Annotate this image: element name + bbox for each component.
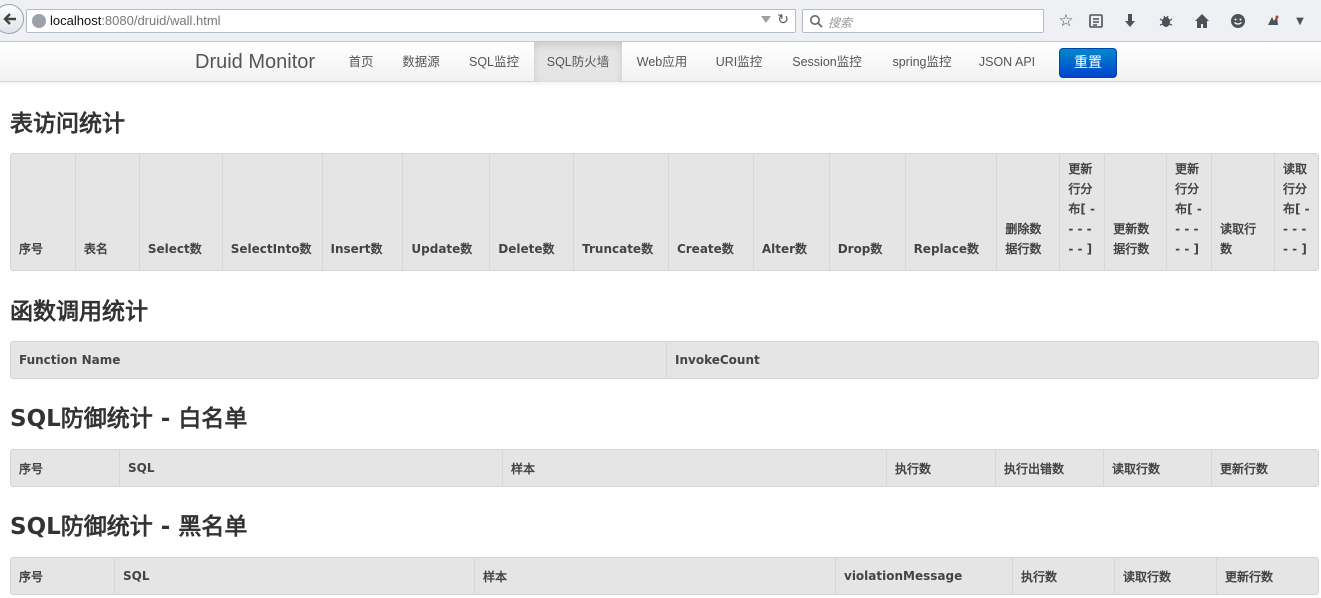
search-icon: [810, 15, 823, 28]
column-header: Delete数: [489, 154, 573, 270]
navbar: Druid Monitor 首页 数据源 SQL监控 SQL防火墙 Web应用 …: [0, 42, 1321, 82]
function-stats-title: 函数调用统计: [10, 299, 148, 325]
chevron-down-icon[interactable]: [761, 16, 771, 23]
whitelist-title: SQL防御统计 - 白名单: [10, 406, 248, 432]
blacklist-header: 序号 SQL 样本 violationMessage 执行数 读取行数 更新行数: [10, 557, 1319, 595]
column-header: SQL: [114, 558, 474, 594]
nav-item-session-monitor[interactable]: Session监控: [784, 42, 870, 82]
column-header: violationMessage: [835, 558, 1012, 594]
menu-chevron-icon[interactable]: ▼: [1289, 10, 1311, 32]
table-stats-title: 表访问统计: [10, 111, 125, 137]
column-header: 更新行数: [1211, 450, 1318, 486]
column-header: 更新行分布[ - - - - - - ]: [1166, 154, 1211, 270]
browser-toolbar: localhost:8080/druid/wall.html ↻ 搜索 ☆ ▼: [0, 0, 1321, 42]
column-header: 样本: [502, 450, 886, 486]
back-button[interactable]: [0, 4, 24, 34]
reload-icon[interactable]: ↻: [777, 12, 789, 28]
reading-list-icon[interactable]: [1085, 10, 1107, 32]
nav-item-uri-monitor[interactable]: URI监控: [708, 42, 770, 82]
column-header: 更新数据行数: [1104, 154, 1166, 270]
column-header: Create数: [667, 154, 753, 270]
back-arrow-icon: [3, 13, 16, 25]
nav-item-datasource[interactable]: 数据源: [394, 42, 448, 82]
column-header: 删除数据行数: [996, 154, 1059, 270]
column-header: Drop数: [828, 154, 905, 270]
column-header: Alter数: [752, 154, 829, 270]
home-icon[interactable]: [1191, 10, 1213, 32]
globe-icon: [32, 14, 46, 28]
column-header: Replace数: [904, 154, 997, 270]
whitelist-header: 序号 SQL 样本 执行数 执行出错数 读取行数 更新行数: [10, 449, 1319, 487]
download-icon[interactable]: [1119, 10, 1141, 32]
column-header: 序号: [19, 242, 44, 256]
column-header: 样本: [474, 558, 835, 594]
nav-item-web-app[interactable]: Web应用: [630, 42, 694, 82]
search-placeholder: 搜索: [828, 16, 853, 30]
column-header: Select数: [138, 154, 222, 270]
column-header: InvokeCount: [666, 342, 1318, 378]
column-header: 更新行分布[ - - - - - - ]: [1059, 154, 1104, 270]
nav-item-sql-firewall[interactable]: SQL防火墙: [534, 42, 622, 82]
bug-icon[interactable]: [1155, 10, 1177, 32]
column-header: Function Name: [19, 353, 121, 367]
blacklist-title: SQL防御统计 - 黑名单: [10, 514, 248, 540]
column-header: Insert数: [321, 154, 403, 270]
column-header: 执行数: [886, 450, 995, 486]
address-bar[interactable]: localhost:8080/druid/wall.html ↻: [26, 9, 796, 33]
nav-item-sql-monitor[interactable]: SQL监控: [458, 42, 530, 82]
column-header: SQL: [119, 450, 502, 486]
emoji-icon[interactable]: [1227, 10, 1249, 32]
extension-icon[interactable]: [1262, 10, 1284, 32]
column-header: Update数: [402, 154, 489, 270]
nav-item-spring-monitor[interactable]: spring监控: [884, 42, 960, 82]
column-header: 序号: [19, 461, 44, 476]
function-stats-header: Function Name InvokeCount: [10, 341, 1319, 379]
column-header: 读取行数: [1211, 154, 1274, 270]
column-header: 读取行分布[ - - - - - - ]: [1274, 154, 1318, 270]
nav-item-home[interactable]: 首页: [340, 42, 382, 82]
column-header: 表名: [74, 154, 139, 270]
nav-item-json-api[interactable]: JSON API: [972, 42, 1042, 82]
column-header: 执行数: [1012, 558, 1114, 594]
brand[interactable]: Druid Monitor: [195, 51, 315, 74]
column-header: 更新行数: [1216, 558, 1318, 594]
search-input[interactable]: 搜索: [802, 9, 1044, 33]
column-header: 读取行数: [1103, 450, 1211, 486]
column-header: 序号: [19, 569, 44, 584]
column-header: 执行出错数: [995, 450, 1103, 486]
url-text: localhost:8080/druid/wall.html: [50, 13, 221, 28]
bookmark-star-icon[interactable]: ☆: [1055, 10, 1077, 32]
table-stats-header: 序号 表名 Select数 SelectInto数 Insert数 Update…: [10, 153, 1319, 271]
reset-button[interactable]: 重置: [1059, 48, 1117, 78]
column-header: 读取行数: [1114, 558, 1216, 594]
column-header: SelectInto数: [221, 154, 322, 270]
column-header: Truncate数: [573, 154, 668, 270]
